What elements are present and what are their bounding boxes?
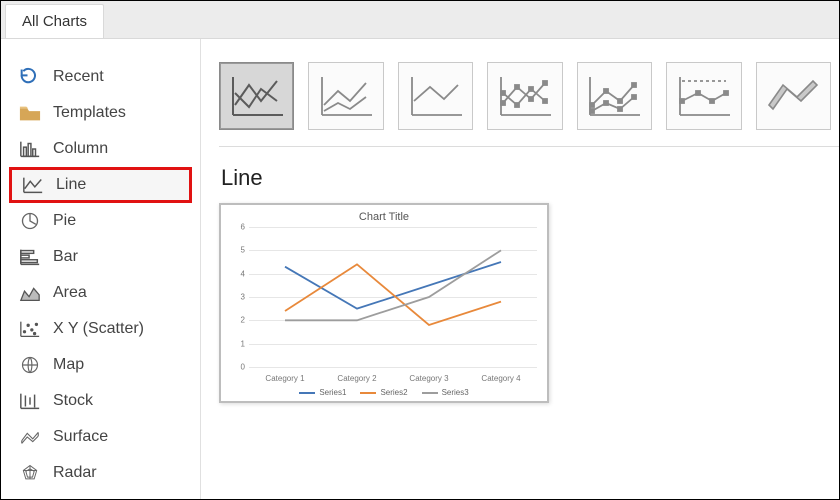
map-chart-icon xyxy=(19,355,41,375)
subtype-line[interactable] xyxy=(219,62,294,130)
chart-preview-title: Chart Title xyxy=(231,211,537,223)
sidebar-item-bar[interactable]: Bar xyxy=(9,239,192,275)
x-tick: Category 4 xyxy=(481,374,520,383)
pie-chart-icon xyxy=(19,211,41,231)
sidebar-item-label: Radar xyxy=(53,464,97,482)
sidebar-item-label: Line xyxy=(56,176,86,194)
column-chart-icon xyxy=(19,139,41,159)
main-panel: Line Chart Title 0123456Category 1Catego… xyxy=(201,39,839,499)
sidebar-item-label: Pie xyxy=(53,212,76,230)
y-tick: 3 xyxy=(233,293,245,302)
sidebar-item-scatter[interactable]: X Y (Scatter) xyxy=(9,311,192,347)
line-subtype-row xyxy=(219,57,839,147)
stock-chart-icon xyxy=(19,391,41,411)
sidebar-item-column[interactable]: Column xyxy=(9,131,192,167)
legend-item: Series2 xyxy=(360,388,407,397)
sidebar-item-line[interactable]: Line xyxy=(9,167,192,203)
sidebar-item-label: Surface xyxy=(53,428,108,446)
sidebar-item-recent[interactable]: Recent xyxy=(9,59,192,95)
recent-icon xyxy=(19,67,41,87)
y-tick: 0 xyxy=(233,363,245,372)
y-tick: 2 xyxy=(233,316,245,325)
tab-bar: All Charts xyxy=(1,1,839,39)
sidebar-item-label: Stock xyxy=(53,392,93,410)
x-tick: Category 2 xyxy=(337,374,376,383)
sidebar-item-label: Bar xyxy=(53,248,78,266)
sidebar-item-pie[interactable]: Pie xyxy=(9,203,192,239)
area-chart-icon xyxy=(19,283,41,303)
sidebar-item-label: Area xyxy=(53,284,87,302)
sidebar-item-area[interactable]: Area xyxy=(9,275,192,311)
folder-icon xyxy=(19,103,41,123)
chart-preview[interactable]: Chart Title 0123456Category 1Category 2C… xyxy=(219,203,549,403)
sidebar-item-templates[interactable]: Templates xyxy=(9,95,192,131)
sidebar-item-label: Map xyxy=(53,356,84,374)
line-chart-icon xyxy=(22,175,44,195)
subtype-100-stacked-line-markers[interactable] xyxy=(666,62,741,130)
subtype-3d-line[interactable] xyxy=(756,62,831,130)
legend-item: Series3 xyxy=(422,388,469,397)
selected-subtype-title: Line xyxy=(221,165,839,191)
surface-chart-icon xyxy=(19,427,41,447)
scatter-chart-icon xyxy=(19,319,41,339)
x-tick: Category 1 xyxy=(265,374,304,383)
y-tick: 4 xyxy=(233,269,245,278)
x-tick: Category 3 xyxy=(409,374,448,383)
subtype-line-markers[interactable] xyxy=(487,62,562,130)
y-tick: 5 xyxy=(233,246,245,255)
sidebar-item-stock[interactable]: Stock xyxy=(9,383,192,419)
chart-type-sidebar: Recent Templates Column Line Pie xyxy=(1,39,201,499)
sidebar-item-label: Column xyxy=(53,140,108,158)
sidebar-item-radar[interactable]: Radar xyxy=(9,455,192,491)
y-tick: 6 xyxy=(233,223,245,232)
tab-all-charts[interactable]: All Charts xyxy=(5,4,104,38)
radar-chart-icon xyxy=(19,463,41,483)
sidebar-item-map[interactable]: Map xyxy=(9,347,192,383)
sidebar-item-surface[interactable]: Surface xyxy=(9,419,192,455)
subtype-stacked-line[interactable] xyxy=(308,62,383,130)
chart-legend: Series1 Series2 Series3 xyxy=(221,388,547,397)
subtype-stacked-line-markers[interactable] xyxy=(577,62,652,130)
y-tick: 1 xyxy=(233,339,245,348)
chart-plot-area: 0123456Category 1Category 2Category 3Cat… xyxy=(249,227,537,367)
bar-chart-icon xyxy=(19,247,41,267)
subtype-100-stacked-line[interactable] xyxy=(398,62,473,130)
sidebar-item-label: X Y (Scatter) xyxy=(53,320,144,338)
legend-item: Series1 xyxy=(299,388,346,397)
sidebar-item-label: Templates xyxy=(53,104,126,122)
sidebar-item-label: Recent xyxy=(53,68,104,86)
